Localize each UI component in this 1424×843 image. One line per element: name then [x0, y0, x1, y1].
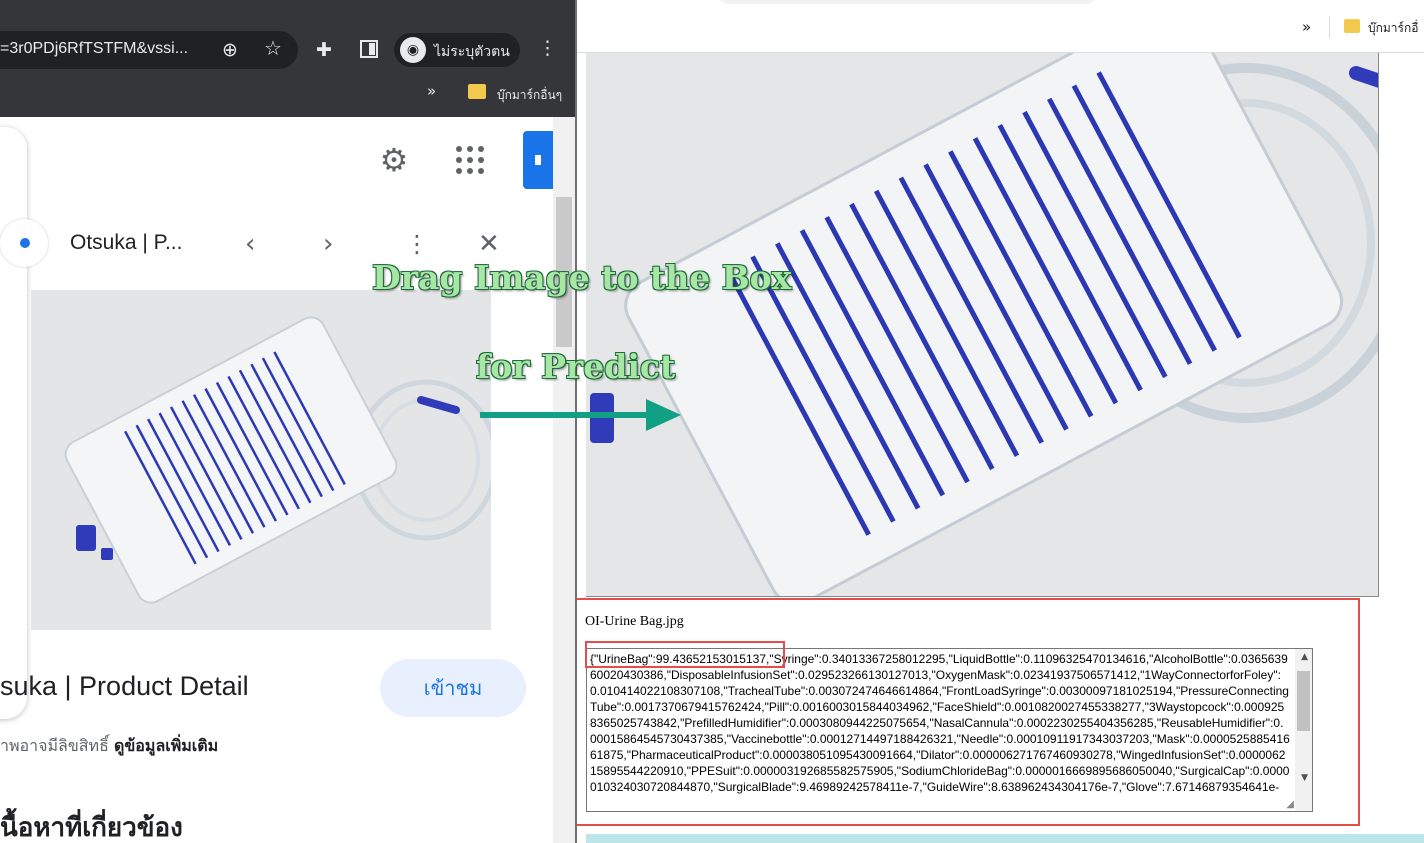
bookmarks-overflow-button[interactable]: » [1302, 18, 1311, 36]
urine-bag-preview-drawing [586, 53, 1378, 596]
site-favicon-icon [0, 219, 48, 267]
incognito-icon: ◉ [400, 37, 426, 63]
address-bar-text[interactable]: =3r0PDj6RfTSTFM&vssi... [0, 40, 210, 58]
zoom-icon[interactable]: ⊕ [222, 40, 238, 60]
browser-toolbar: » บุ๊กมาร์กอื่ [577, 0, 1424, 53]
dropped-image-preview[interactable] [586, 53, 1379, 597]
browser-toolbar: =3r0PDj6RfTSTFM&vssi... ⊕ ☆ ✚ ◉ ไม่ระบุต… [0, 0, 575, 117]
scroll-up-icon[interactable]: ▲ [1301, 652, 1308, 662]
scroll-down-icon[interactable]: ▼ [1301, 773, 1308, 783]
product-caption[interactable]: suka | Product Detail [0, 671, 249, 702]
copyright-notice: าพอาจมีลิขสิทธิ์ ดูข้อมูลเพิ่มเติม [0, 734, 218, 759]
close-icon[interactable]: ✕ [478, 231, 500, 257]
folder-icon [1344, 19, 1360, 33]
visit-button[interactable]: เข้าชม [380, 659, 526, 717]
other-bookmarks-folder[interactable]: บุ๊กมาร์กอื่ [1368, 19, 1418, 38]
incognito-profile-button[interactable]: ◉ ไม่ระบุตัวตน [394, 33, 520, 67]
bookmarks-overflow-button[interactable]: » [427, 82, 436, 100]
previous-icon[interactable]: ‹ [245, 231, 255, 257]
next-icon[interactable]: › [323, 231, 333, 257]
textarea-scrollbar-thumb[interactable] [1297, 671, 1310, 731]
star-icon[interactable]: ☆ [264, 38, 282, 58]
annotation-instruction-line2: for Predict [476, 347, 676, 386]
bookmarks-separator [1329, 16, 1330, 38]
prediction-result-box: OI-Urine Bag.jpg {"UrineBag":99.43652153… [577, 598, 1360, 826]
prediction-output-text: {"UrineBag":99.43652153015137,"Syringe":… [590, 652, 1290, 794]
address-bar[interactable] [717, 0, 1097, 4]
image-search-page: ⚙ Otsuka | P... ‹ › ⋮ ✕ suka | Product D… [0, 117, 575, 843]
side-panel-icon[interactable] [360, 40, 378, 58]
resize-grip-icon[interactable]: ◢ [1286, 799, 1294, 810]
side-card [0, 127, 27, 719]
incognito-label: ไม่ระบุตัวตน [434, 44, 510, 60]
related-content-heading: นื้อหาที่เกี่ยวข้อง [0, 813, 183, 843]
page-bottom-strip [586, 834, 1424, 843]
folder-icon [468, 84, 486, 99]
textarea-scrollbar[interactable]: ▲ ▼ [1295, 649, 1312, 811]
apps-grid-icon[interactable] [456, 146, 484, 174]
address-bar[interactable]: =3r0PDj6RfTSTFM&vssi... [0, 31, 298, 69]
urine-bag-thumbnail-drawing [31, 290, 491, 630]
more-info-link[interactable]: ดูข้อมูลเพิ่มเติม [114, 736, 218, 755]
menu-icon[interactable]: ⋮ [538, 38, 557, 58]
urine-bag-thumbnail-image[interactable] [31, 290, 491, 630]
annotation-instruction-line1: Drag Image to the Box [372, 258, 792, 297]
viewer-title[interactable]: Otsuka | P... [70, 231, 182, 255]
other-bookmarks-folder[interactable]: บุ๊กมาร์กอื่นๆ [497, 86, 562, 105]
file-name: OI-Urine Bag.jpg [585, 614, 684, 629]
copyright-text: าพอาจมีลิขสิทธิ์ [0, 736, 114, 755]
drag-arrow-icon [480, 399, 681, 431]
top-prediction-highlight [585, 641, 785, 668]
gear-icon[interactable]: ⚙ [377, 143, 411, 177]
extensions-icon[interactable]: ✚ [316, 40, 332, 60]
more-options-icon[interactable]: ⋮ [405, 231, 429, 257]
sign-in-button[interactable] [523, 131, 553, 189]
prediction-output-textarea[interactable]: {"UrineBag":99.43652153015137,"Syringe":… [586, 648, 1313, 812]
right-browser-window: » บุ๊กมาร์กอื่ OI-Urine Bag.jpg {"UrineB… [577, 0, 1424, 843]
